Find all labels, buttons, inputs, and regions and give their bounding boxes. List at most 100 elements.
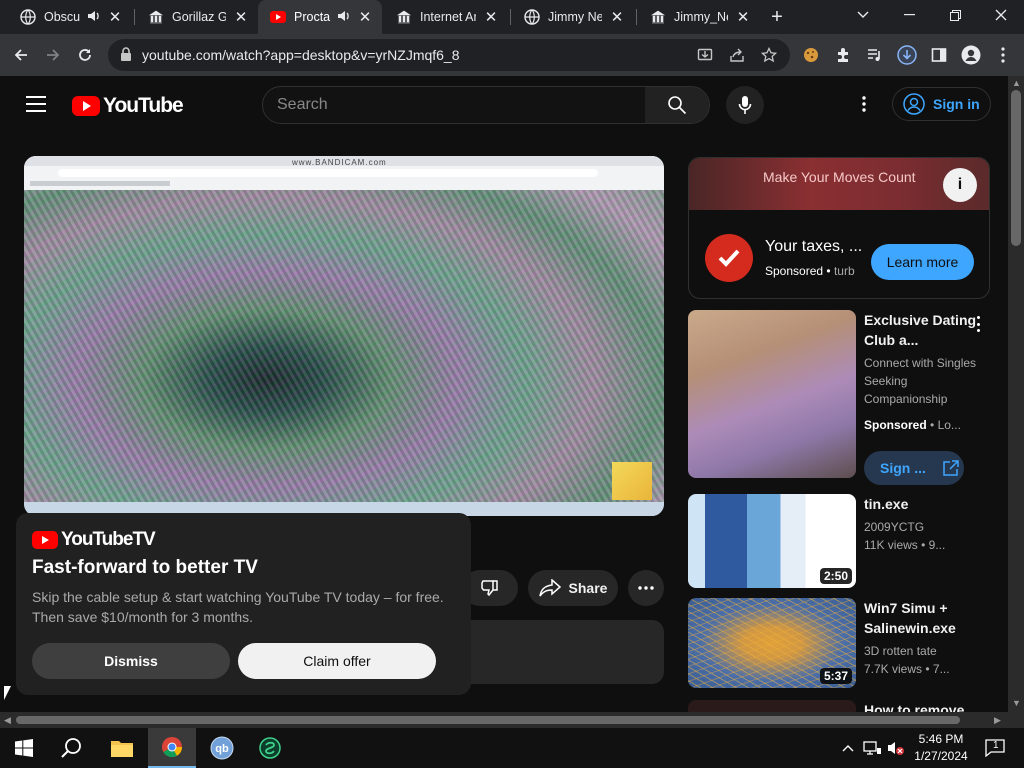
restore-button[interactable]: [932, 0, 978, 30]
vertical-scrollbar[interactable]: ▲ ▼: [1008, 76, 1024, 712]
start-button[interactable]: [0, 728, 48, 768]
taskbar-file-explorer[interactable]: [98, 728, 146, 768]
search-icon: [668, 96, 687, 115]
url-text: youtube.com/watch?app=desktop&v=yrNZJmqf…: [142, 47, 460, 63]
channel-name[interactable]: 2009YCTG: [864, 518, 984, 536]
close-tab-icon[interactable]: ✕: [482, 8, 500, 26]
network-icon[interactable]: [862, 738, 882, 758]
recommendation-item[interactable]: 5:37 Win7 Simu + Salinewin.exe 3D rotten…: [688, 598, 990, 690]
system-clock[interactable]: 5:46 PM 1/27/2024: [912, 731, 970, 765]
install-app-icon[interactable]: [694, 44, 716, 66]
side-panel-icon[interactable]: [926, 42, 952, 68]
close-tab-icon[interactable]: ✕: [106, 8, 124, 26]
browser-tab-3[interactable]: Procta ✕: [258, 0, 382, 34]
video-desktop-icon: [612, 462, 652, 500]
youtube-logo[interactable]: YouTube: [72, 94, 184, 118]
browser-tab-6[interactable]: Jimmy_Ne ✕: [638, 0, 760, 34]
profile-avatar-icon[interactable]: [958, 42, 984, 68]
dismiss-button[interactable]: Dismiss: [32, 643, 230, 679]
scroll-down-arrow-icon[interactable]: ▼: [1012, 698, 1021, 708]
recommendation-item[interactable]: How to remove: [688, 700, 990, 712]
share-page-icon[interactable]: [726, 44, 748, 66]
description-box[interactable]: [470, 620, 664, 684]
notification-center-button[interactable]: 1: [984, 738, 1006, 758]
chrome-menu-icon[interactable]: [990, 42, 1016, 68]
back-button[interactable]: [8, 42, 34, 68]
speaker-icon[interactable]: [336, 9, 350, 26]
forward-button[interactable]: [40, 42, 66, 68]
browser-tab-2[interactable]: Gorillaz Go ✕: [136, 0, 258, 34]
video-player[interactable]: www.BANDICAM.com: [24, 156, 664, 516]
video-title[interactable]: How to remove: [864, 700, 984, 712]
browser-tab-4[interactable]: Internet Ar ✕: [384, 0, 508, 34]
recommendation-item[interactable]: 2:50 tin.exe 2009YCTG 11K views • 9...: [688, 494, 990, 590]
advertiser-check-logo: [705, 234, 753, 282]
scroll-right-arrow-icon[interactable]: ▶: [994, 715, 1001, 726]
ad-sign-up-button[interactable]: Sign ...: [864, 451, 964, 485]
share-button[interactable]: Share: [528, 570, 618, 606]
lock-icon[interactable]: [120, 47, 134, 63]
reload-button[interactable]: [72, 42, 98, 68]
taskbar-app-green[interactable]: [246, 728, 294, 768]
voice-search-button[interactable]: [726, 86, 764, 124]
taskbar-qbittorrent[interactable]: qb: [198, 728, 246, 768]
archive-building-icon: [396, 9, 412, 25]
search-input[interactable]: [277, 95, 637, 115]
ad-banner-image[interactable]: Make Your Moves Count i: [689, 158, 989, 210]
close-tab-icon[interactable]: ✕: [734, 8, 752, 26]
new-tab-button[interactable]: +: [766, 6, 788, 28]
close-window-button[interactable]: [978, 0, 1024, 30]
address-bar[interactable]: youtube.com/watch?app=desktop&v=yrNZJmqf…: [108, 39, 790, 71]
scroll-left-arrow-icon[interactable]: ◀: [4, 715, 11, 726]
volume-muted-icon[interactable]: [886, 738, 906, 758]
minimize-button[interactable]: [886, 0, 932, 30]
settings-more-icon[interactable]: [854, 94, 874, 114]
speaker-icon[interactable]: [86, 9, 100, 26]
video-meta: tin.exe 2009YCTG 11K views • 9...: [864, 494, 984, 554]
tab-search-chevron-icon[interactable]: [840, 0, 886, 30]
browser-tab-5[interactable]: Jimmy Ne ✕: [512, 0, 634, 34]
taskbar-search-button[interactable]: [48, 728, 96, 768]
video-thumbnail[interactable]: [688, 700, 856, 712]
ad-card-thumbnail[interactable]: [688, 310, 856, 478]
ad-sign-up-label: Sign ...: [880, 460, 926, 476]
ad-title[interactable]: Your taxes, ...: [765, 238, 862, 256]
browser-tab-1[interactable]: Obscu ✕: [8, 0, 132, 34]
more-actions-button[interactable]: [628, 570, 664, 606]
search-button[interactable]: [645, 87, 709, 123]
more-vertical-icon[interactable]: [970, 314, 986, 334]
learn-more-button[interactable]: Learn more: [871, 244, 974, 280]
sidebar-ad-banner[interactable]: Make Your Moves Count i Your taxes, ... …: [688, 157, 990, 299]
sign-in-label: Sign in: [933, 96, 980, 112]
download-icon[interactable]: [894, 42, 920, 68]
bookmark-star-icon[interactable]: [758, 44, 780, 66]
horizontal-scrollbar[interactable]: ◀ ▶: [0, 712, 1008, 728]
close-tab-icon[interactable]: ✕: [608, 8, 626, 26]
video-thumbnail[interactable]: 5:37: [688, 598, 856, 688]
ad-card-title[interactable]: Exclusive Dating Club a...: [864, 310, 984, 350]
video-title[interactable]: Win7 Simu + Salinewin.exe: [864, 598, 984, 638]
more-horizontal-icon: [638, 586, 654, 590]
claim-offer-button[interactable]: Claim offer: [238, 643, 436, 679]
horizontal-scroll-thumb[interactable]: [16, 716, 960, 724]
channel-name[interactable]: 3D rotten tate: [864, 642, 984, 660]
media-queue-icon[interactable]: [862, 42, 888, 68]
youtube-masthead: YouTube Sign in: [0, 76, 1008, 132]
sidebar-ad-card[interactable]: Exclusive Dating Club a... Connect with …: [688, 310, 990, 485]
close-tab-icon[interactable]: ✕: [356, 8, 374, 26]
vertical-scroll-thumb[interactable]: [1011, 90, 1021, 246]
video-title[interactable]: tin.exe: [864, 494, 984, 514]
youtube-play-icon: [32, 531, 58, 549]
hamburger-menu-icon[interactable]: [26, 96, 46, 112]
sign-in-button[interactable]: Sign in: [892, 87, 991, 121]
taskbar-chrome[interactable]: [148, 728, 196, 768]
info-icon[interactable]: i: [943, 168, 977, 202]
promo-body: Skip the cable setup & start watching Yo…: [32, 589, 444, 625]
scroll-up-arrow-icon[interactable]: ▲: [1012, 78, 1021, 88]
close-tab-icon[interactable]: ✕: [232, 8, 250, 26]
show-hidden-icons-chevron-icon[interactable]: [838, 738, 858, 758]
cookie-extension-icon[interactable]: [798, 42, 824, 68]
extensions-puzzle-icon[interactable]: [830, 42, 856, 68]
video-thumbnail[interactable]: 2:50: [688, 494, 856, 588]
advertiser-name: Lo...: [937, 418, 961, 432]
